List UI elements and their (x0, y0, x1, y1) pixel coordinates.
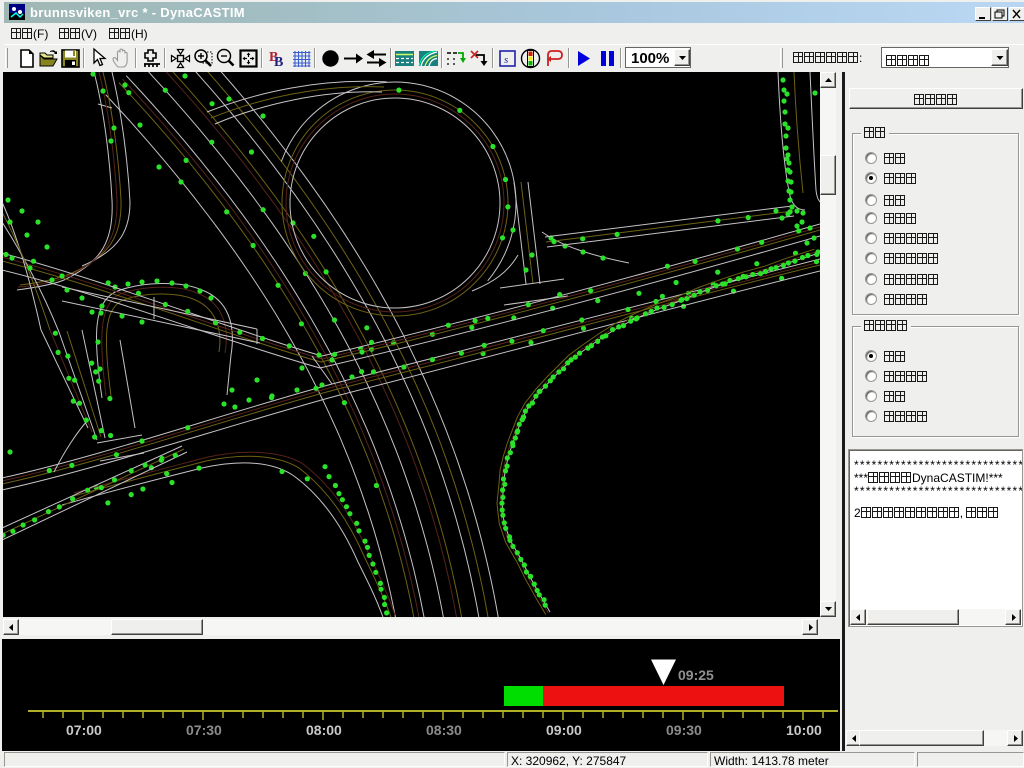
svg-text:s: s (504, 54, 508, 66)
svg-text:10:00: 10:00 (786, 722, 822, 738)
svg-text:07:30: 07:30 (186, 722, 222, 738)
svg-text:09:00: 09:00 (546, 722, 582, 738)
svg-text:08:00: 08:00 (306, 722, 342, 738)
svg-text:09:25: 09:25 (678, 667, 714, 683)
svg-text:B: B (274, 55, 283, 70)
svg-text:07:00: 07:00 (66, 722, 102, 738)
svg-text:08:30: 08:30 (426, 722, 462, 738)
svg-text:09:30: 09:30 (666, 722, 702, 738)
